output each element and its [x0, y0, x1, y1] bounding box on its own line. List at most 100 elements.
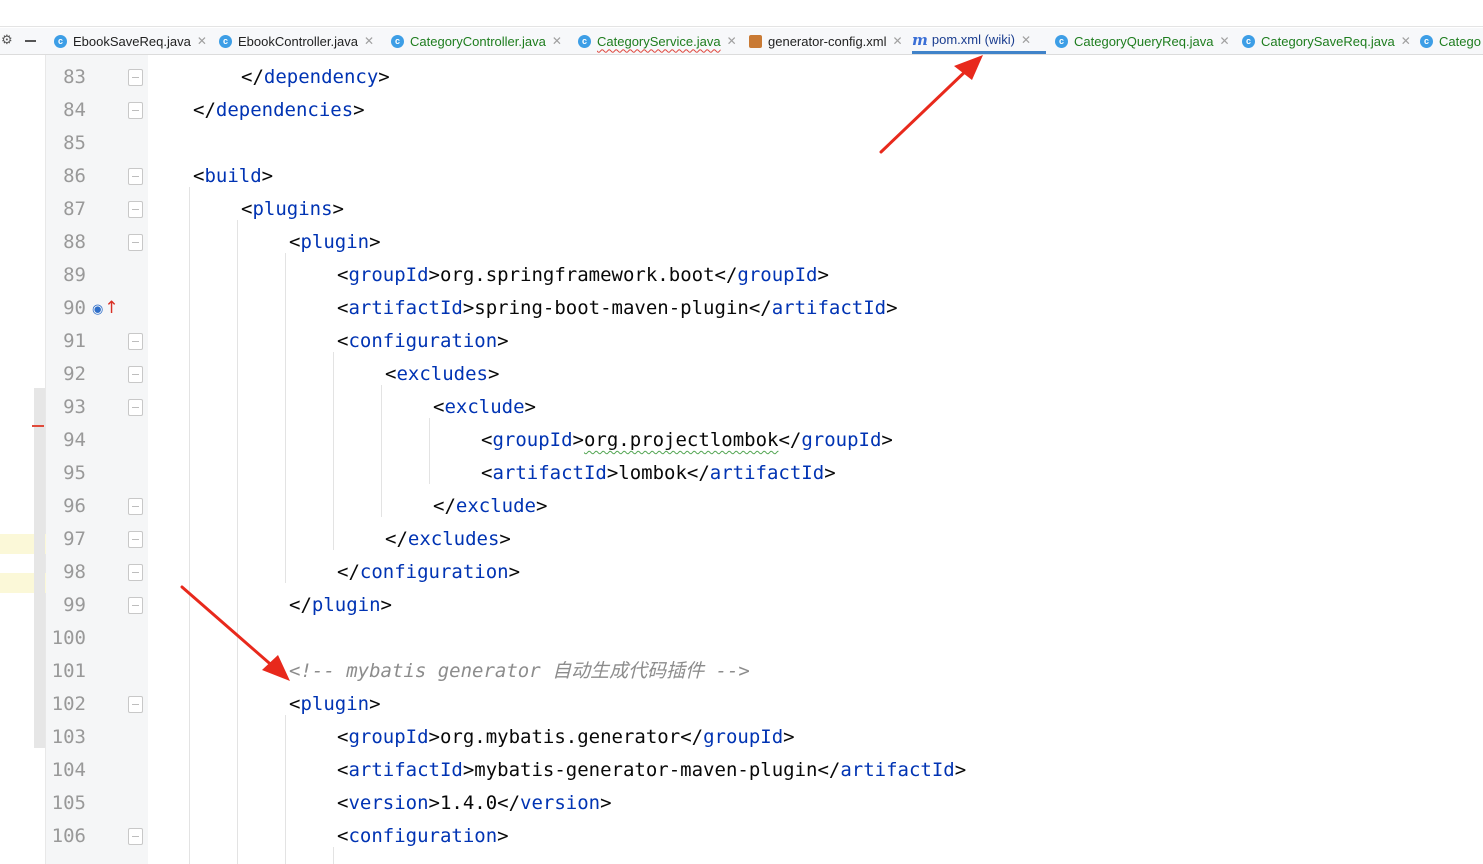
code-text: </dependency> — [241, 66, 390, 88]
code-text: <artifactId>lombok</artifactId> — [481, 462, 836, 484]
line-number: 85 — [63, 132, 86, 154]
code-line[interactable]: 86 <build> — [0, 160, 1483, 193]
close-icon[interactable]: ✕ — [197, 34, 207, 48]
line-number: 99 — [63, 594, 86, 616]
code-text: <artifactId>mybatis-generator-maven-plug… — [337, 759, 967, 781]
code-line[interactable]: 100 — [0, 622, 1483, 655]
code-line[interactable]: 105 <version>1.4.0</version> — [0, 787, 1483, 820]
code-text: <excludes> — [385, 363, 500, 385]
tab-category-overflow[interactable]: c Catego — [1420, 28, 1481, 54]
fold-toggle-icon[interactable] — [128, 201, 143, 218]
fold-toggle-icon[interactable] — [128, 102, 143, 119]
close-icon[interactable]: ✕ — [1219, 34, 1229, 48]
fold-toggle-icon[interactable] — [128, 366, 143, 383]
code-line[interactable]: 104 <artifactId>mybatis-generator-maven-p… — [0, 754, 1483, 787]
fold-toggle-icon[interactable] — [128, 399, 143, 416]
code-line[interactable]: 103 <groupId>org.mybatis.generator</group… — [0, 721, 1483, 754]
line-number: 83 — [63, 66, 86, 88]
tab-label: Catego — [1439, 33, 1481, 49]
java-class-icon: c — [54, 34, 67, 48]
code-line[interactable]: 102 <plugin> — [0, 688, 1483, 721]
override-gutter-icon[interactable]: ◉↑ — [92, 300, 119, 318]
fold-toggle-icon[interactable] — [128, 828, 143, 845]
fold-toggle-icon[interactable] — [128, 498, 143, 515]
code-line[interactable]: 96 </exclude> — [0, 490, 1483, 523]
line-number: 91 — [63, 330, 86, 352]
tab-category-query-req[interactable]: c CategoryQueryReq.java ✕ — [1055, 28, 1230, 54]
minimize-icon[interactable] — [25, 40, 36, 42]
tab-label: generator-config.xml — [768, 33, 887, 49]
close-icon[interactable]: ✕ — [1401, 34, 1411, 48]
code-line[interactable]: 87 <plugins> — [0, 193, 1483, 226]
code-line[interactable]: 83 </dependency> — [0, 61, 1483, 94]
line-number: 96 — [63, 495, 86, 517]
code-text: </configuration> — [337, 561, 521, 583]
code-line[interactable]: 97 </excludes> — [0, 523, 1483, 556]
close-icon[interactable]: ✕ — [1021, 33, 1031, 47]
code-text: <groupId>org.mybatis.generator</groupId> — [337, 726, 795, 748]
code-line[interactable]: 85 — [0, 127, 1483, 160]
tab-category-controller[interactable]: c CategoryController.java ✕ — [391, 28, 562, 54]
tab-category-save-req[interactable]: c CategorySaveReq.java ✕ — [1242, 28, 1411, 54]
close-icon[interactable]: ✕ — [893, 34, 903, 48]
line-number: 98 — [63, 561, 86, 583]
line-number: 86 — [63, 165, 86, 187]
fold-toggle-icon[interactable] — [128, 531, 143, 548]
fold-toggle-icon[interactable] — [128, 333, 143, 350]
code-line[interactable]: 90 ◉↑ <artifactId>spring-boot-maven-plugin… — [0, 292, 1483, 325]
tab-ebook-save-req[interactable]: c EbookSaveReq.java ✕ — [54, 28, 207, 54]
xml-file-icon — [749, 34, 762, 48]
code-text: </excludes> — [385, 528, 511, 550]
code-text: <configuration> — [337, 825, 509, 847]
code-line[interactable]: 91 <configuration> — [0, 325, 1483, 358]
code-text: <build> — [193, 165, 274, 187]
tab-ebook-controller[interactable]: c EbookController.java ✕ — [219, 28, 374, 54]
code-line[interactable]: 106 <configuration> — [0, 820, 1483, 853]
close-icon[interactable]: ✕ — [552, 34, 562, 48]
code-text: <plugins> — [241, 198, 344, 220]
code-line[interactable]: 92 <excludes> — [0, 358, 1483, 391]
code-line[interactable]: 84 </dependencies> — [0, 94, 1483, 127]
fold-toggle-icon[interactable] — [128, 696, 143, 713]
close-icon[interactable]: ✕ — [727, 34, 737, 48]
code-text: <!-- mybatis generator 自动生成代码插件 --> — [289, 660, 750, 682]
line-number: 97 — [63, 528, 86, 550]
fold-toggle-icon[interactable] — [128, 69, 143, 86]
tab-label: EbookController.java — [238, 33, 358, 49]
fold-toggle-icon[interactable] — [128, 234, 143, 251]
code-line[interactable]: 101 <!-- mybatis generator 自动生成代码插件 --> — [0, 655, 1483, 688]
tab-label: pom.xml (wiki) — [931, 32, 1015, 47]
code-line[interactable]: 94 <groupId>org.projectlombok</groupId> — [0, 424, 1483, 457]
java-class-icon: c — [1242, 34, 1255, 48]
line-number: 104 — [51, 759, 86, 781]
code-editor[interactable]: 83 </dependency> 84 </dependencies> 85 86 <bui… — [0, 55, 1483, 864]
code-text: </dependencies> — [193, 99, 365, 121]
code-text: <groupId>org.projectlombok</groupId> — [481, 429, 893, 451]
line-number: 105 — [51, 792, 86, 814]
code-line[interactable]: 88 <plugin> — [0, 226, 1483, 259]
code-text: <exclude> — [433, 396, 536, 418]
java-class-icon: c — [578, 34, 591, 48]
code-line[interactable]: 95 <artifactId>lombok</artifactId> — [0, 457, 1483, 490]
close-icon[interactable]: ✕ — [364, 34, 374, 48]
code-line[interactable]: 98 </configuration> — [0, 556, 1483, 589]
fold-toggle-icon[interactable] — [128, 564, 143, 581]
line-number: 94 — [63, 429, 86, 451]
code-line[interactable]: 89 <groupId>org.springframework.boot</gro… — [0, 259, 1483, 292]
java-class-icon: c — [219, 34, 232, 48]
gear-icon[interactable]: ⚙ — [1, 33, 13, 49]
code-text: </plugin> — [289, 594, 392, 616]
tab-pom-xml[interactable]: m pom.xml (wiki) ✕ — [912, 28, 1046, 54]
line-number: 90 — [63, 297, 86, 319]
code-line[interactable]: 93 <exclude> — [0, 391, 1483, 424]
tab-category-service[interactable]: c CategoryService.java ✕ — [578, 28, 737, 54]
code-text: <plugin> — [289, 693, 381, 715]
code-line[interactable]: 99 </plugin> — [0, 589, 1483, 622]
line-number: 87 — [63, 198, 86, 220]
code-text: <plugin> — [289, 231, 381, 253]
code-text: <groupId>org.springframework.boot</group… — [337, 264, 829, 286]
fold-toggle-icon[interactable] — [128, 597, 143, 614]
tab-generator-config[interactable]: generator-config.xml ✕ — [749, 28, 903, 54]
tab-label: CategorySaveReq.java — [1261, 33, 1395, 49]
fold-toggle-icon[interactable] — [128, 168, 143, 185]
